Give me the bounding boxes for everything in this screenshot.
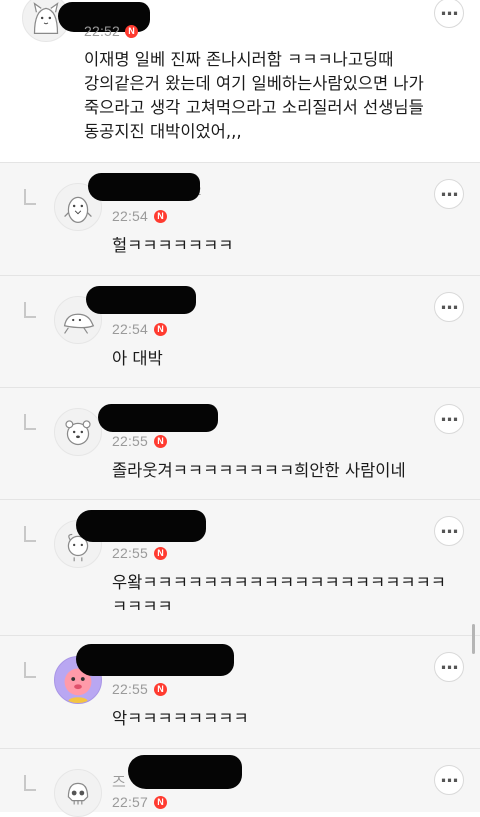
comment-text: 우왘ㅋㅋㅋㅋㅋㅋㅋㅋㅋㅋㅋㅋㅋㅋㅋㅋㅋㅋㅋㅋ ㅋㅋㅋㅋ	[112, 573, 446, 616]
reply-arrow-icon	[24, 414, 36, 430]
new-badge: N	[154, 323, 167, 336]
new-badge: N	[154, 796, 167, 809]
comment-item: 22:55 N 우왘ㅋㅋㅋㅋㅋㅋㅋㅋㅋㅋㅋㅋㅋㅋㅋㅋㅋㅋㅋㅋ ㅋㅋㅋㅋ …	[0, 500, 480, 635]
more-options-button[interactable]: …	[434, 516, 464, 546]
redacted-username	[128, 755, 242, 789]
reply-arrow-icon	[24, 662, 36, 678]
reply-arrow-icon	[24, 189, 36, 205]
skull-icon	[67, 782, 89, 805]
partial-username: 즈	[112, 774, 126, 791]
comment-item: 22:55 N 졸라웃겨ㅋㅋㅋㅋㅋㅋㅋㅋ희안한 사람이네 …	[0, 388, 480, 499]
more-options-button[interactable]: …	[434, 652, 464, 682]
redacted-username	[86, 286, 196, 314]
avatar[interactable]	[54, 408, 102, 456]
more-options-button[interactable]: …	[434, 0, 464, 28]
avatar[interactable]	[54, 769, 102, 817]
new-badge: N	[154, 435, 167, 448]
comment-timestamp: 22:55	[112, 681, 149, 697]
reply-arrow-icon	[24, 775, 36, 791]
bear-icon	[65, 420, 91, 446]
comment-item: 6 22:55 N 악ㅋㅋㅋㅋㅋㅋㅋㅋ …	[0, 636, 480, 748]
redacted-username	[88, 173, 200, 201]
comment-timestamp: 22:54	[112, 208, 149, 224]
more-options-button[interactable]: …	[434, 179, 464, 209]
more-options-button[interactable]: …	[434, 765, 464, 795]
comment-text: 아 대박	[112, 349, 163, 368]
comment-item: 22:52 N 이재명 일베 진짜 존나시러함 ㅋㅋㅋ나고딩때 강의같은거 왔는…	[0, 0, 480, 162]
comment-text: 졸라웃겨ㅋㅋㅋㅋㅋㅋㅋㅋ희안한 사람이네	[112, 461, 406, 480]
new-badge: N	[154, 547, 167, 560]
comment-text: 이재명 일베 진짜 존나시러함 ㅋㅋㅋ나고딩때 강의같은거 왔는데 여기 일베하…	[84, 50, 424, 141]
scrollbar[interactable]	[472, 624, 475, 654]
comment-item: 2 22:54 N 헐ㅋㅋㅋㅋㅋㅋㅋ …	[0, 163, 480, 275]
comment-text: 악ㅋㅋㅋㅋㅋㅋㅋㅋ	[112, 709, 249, 728]
comment-timestamp: 22:55	[112, 545, 149, 561]
new-badge: N	[125, 25, 138, 38]
comment-text: 헐ㅋㅋㅋㅋㅋㅋㅋ	[112, 236, 234, 255]
comment-timestamp: 22:57	[112, 794, 149, 810]
more-options-button[interactable]: …	[434, 292, 464, 322]
redacted-username	[76, 644, 234, 676]
comment-timestamp: 22:54	[112, 321, 149, 337]
new-badge: N	[154, 683, 167, 696]
reply-arrow-icon	[24, 302, 36, 318]
comment-item: 즈 22:57 N …	[0, 749, 480, 817]
comment-timestamp: 22:55	[112, 433, 149, 449]
comment-timestamp: 22:52	[84, 23, 121, 39]
new-badge: N	[154, 210, 167, 223]
redacted-username	[76, 510, 206, 542]
more-options-button[interactable]: …	[434, 404, 464, 434]
reply-arrow-icon	[24, 526, 36, 542]
redacted-username	[98, 404, 218, 432]
comment-item: 22:54 N 아 대박 …	[0, 276, 480, 387]
